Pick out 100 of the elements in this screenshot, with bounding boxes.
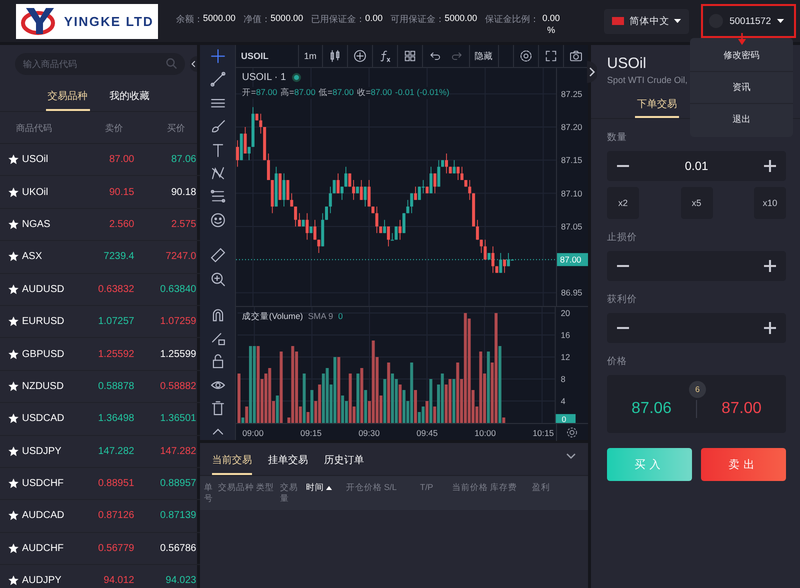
settings-icon[interactable] xyxy=(519,49,533,63)
star-icon[interactable] xyxy=(8,478,19,490)
bar xyxy=(494,313,498,423)
price-label: 87.00 xyxy=(557,253,588,266)
star-icon[interactable] xyxy=(8,348,19,360)
menu-item[interactable]: 退出 xyxy=(690,104,793,135)
bid-price: 0.88951 xyxy=(97,478,134,490)
star-icon[interactable] xyxy=(8,284,19,295)
camera-icon[interactable] xyxy=(569,49,583,63)
expand-icon[interactable] xyxy=(587,61,597,83)
multiplier-button[interactable]: x10 xyxy=(754,187,786,219)
ask-price: 0.58882 xyxy=(159,380,196,392)
value-input[interactable]: 0.01 xyxy=(644,158,748,174)
fullscreen-icon[interactable] xyxy=(544,49,558,63)
star-icon[interactable] xyxy=(8,316,19,328)
symbol-text: AUDCAD xyxy=(22,510,64,522)
candlestick xyxy=(410,192,414,214)
stat-label: 可用保证金： xyxy=(390,13,445,26)
ruler-icon[interactable] xyxy=(208,247,226,264)
star-icon[interactable] xyxy=(8,575,19,586)
ohlc-value: 开=87.00 xyxy=(242,87,278,99)
crosshair-icon[interactable] xyxy=(208,48,226,64)
candlestick xyxy=(398,219,402,240)
bar xyxy=(280,352,283,423)
bar xyxy=(241,418,244,423)
symbol-text: UKOil xyxy=(22,186,48,198)
column-header: 商品代码 xyxy=(16,122,53,135)
ask-price: 147.282 xyxy=(159,446,196,457)
candlestick xyxy=(259,113,262,134)
chevron-down-icon[interactable] xyxy=(566,453,576,460)
spread-badge: 6 xyxy=(689,381,706,398)
stat-value: 5000.00 xyxy=(270,13,304,25)
symbol-title: USOil xyxy=(607,55,646,72)
multiplier-button[interactable]: x5 xyxy=(680,187,712,219)
candlestick xyxy=(437,160,440,188)
star-icon[interactable] xyxy=(8,510,19,522)
function-icon[interactable] xyxy=(378,49,392,63)
stat-label: 余额： xyxy=(176,13,203,26)
column-header[interactable]: 时间 xyxy=(306,482,344,504)
tab[interactable]: 我的收藏 xyxy=(108,87,152,111)
candlestick xyxy=(340,186,344,200)
smiley-icon[interactable] xyxy=(208,212,226,228)
quantity-stepper[interactable]: 0.01 xyxy=(607,151,786,181)
star-icon[interactable] xyxy=(8,218,19,230)
bid-price: 1.36498 xyxy=(97,413,134,424)
price-tick: 87.25 xyxy=(561,88,582,99)
symbol-text: USDJPY xyxy=(22,446,62,457)
ask-price: 87.06 xyxy=(170,154,196,166)
line-tool-icon[interactable] xyxy=(208,71,226,88)
add-indicator-icon[interactable] xyxy=(352,49,367,63)
candlestick xyxy=(430,166,432,194)
settings-icon[interactable] xyxy=(567,428,577,438)
star-icon[interactable] xyxy=(8,186,19,198)
bid-price: 147.282 xyxy=(97,446,134,457)
star-icon[interactable] xyxy=(8,413,19,424)
bar xyxy=(310,390,314,423)
stat-value: 5000.00 xyxy=(444,13,478,25)
language-select[interactable]: 简体中文 xyxy=(604,8,690,34)
time-tick: 09:30 xyxy=(358,428,380,438)
star-icon[interactable] xyxy=(8,154,19,166)
candles-icon[interactable] xyxy=(328,49,342,63)
volume-legend-title: 成交量(Volume) xyxy=(242,311,304,323)
symbol-text: GBPUSD xyxy=(22,348,64,360)
layout-icon[interactable] xyxy=(402,49,417,63)
candlestick xyxy=(418,186,421,200)
zoom-in-icon[interactable] xyxy=(208,270,226,288)
plus-icon xyxy=(764,322,776,334)
symbol-button[interactable]: USOIL xyxy=(236,45,299,67)
symbol-text: ASX xyxy=(22,251,42,262)
symbol-text: AUDUSD xyxy=(22,284,64,295)
bar xyxy=(306,412,310,423)
tab[interactable]: 历史订单 xyxy=(324,453,364,475)
search-field[interactable]: 输入商品代码 xyxy=(15,53,185,75)
interval-button[interactable]: 1m xyxy=(299,45,323,67)
tab[interactable]: 交易品种 xyxy=(46,87,90,111)
undo-icon[interactable] xyxy=(428,50,441,62)
star-icon[interactable] xyxy=(8,446,19,457)
ask-price: 90.18 xyxy=(170,186,196,198)
ask-price: 2.575 xyxy=(170,218,196,230)
star-icon[interactable] xyxy=(8,542,19,554)
multiplier-button[interactable]: x2 xyxy=(607,187,639,219)
field-label: 止损价 xyxy=(607,231,637,244)
candlestick xyxy=(375,206,378,234)
symbol-description: Spot WTI Crude Oil, xyxy=(607,75,688,85)
bid-price: 0.56779 xyxy=(97,542,134,554)
star-icon[interactable] xyxy=(8,380,19,392)
bid-price: 90.15 xyxy=(108,186,134,198)
sell-button[interactable]: 卖出 xyxy=(701,448,786,481)
symbol-text: USDCAD xyxy=(22,413,64,424)
candlestick xyxy=(248,146,251,161)
caret-icon xyxy=(674,19,682,23)
fib-lines-icon[interactable] xyxy=(208,188,226,205)
tab[interactable]: 挂单交易 xyxy=(268,453,308,475)
stat-value: 0.00 xyxy=(365,13,383,25)
bar xyxy=(486,352,490,423)
star-icon[interactable] xyxy=(8,251,19,262)
ask-price: 7247.0 xyxy=(164,251,196,262)
hide-button[interactable]: 隐藏 xyxy=(470,45,499,67)
tab[interactable]: 下单交易 xyxy=(635,95,679,118)
ask-price: 1.25599 xyxy=(159,348,196,360)
